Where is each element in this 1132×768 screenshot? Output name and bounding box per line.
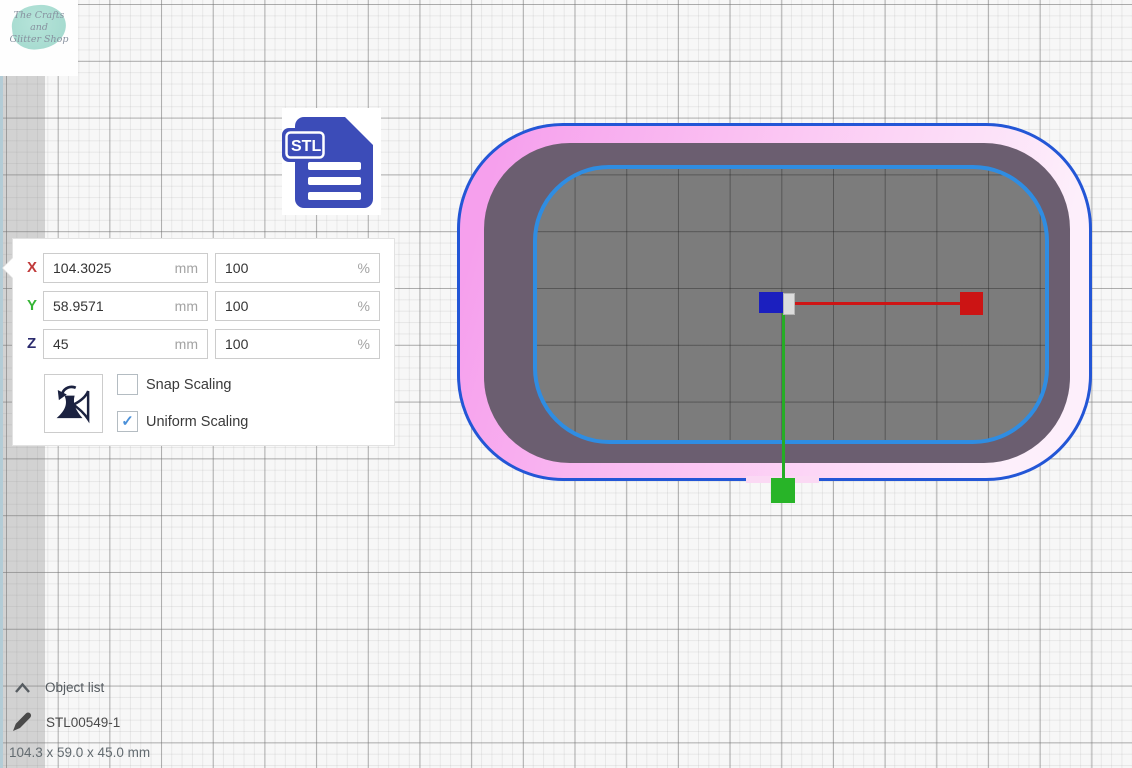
x-axis-label: X <box>27 253 41 283</box>
checkbox-check-icon: ✓ <box>121 413 134 430</box>
z-axis-handle[interactable] <box>759 292 783 313</box>
uniform-scaling-label: Uniform Scaling <box>146 414 248 430</box>
svg-text:STL: STL <box>291 138 321 155</box>
center-scale-handle[interactable] <box>783 293 795 315</box>
chevron-up-icon[interactable] <box>14 681 31 694</box>
z-size-input[interactable] <box>44 330 207 358</box>
uniform-scaling-checkbox[interactable]: ✓ <box>117 411 138 432</box>
x-axis-line <box>789 302 963 305</box>
shop-logo: The Crafts and Glitter Shop <box>0 0 78 76</box>
stl-document-icon: STL <box>282 108 381 215</box>
reset-scale-icon <box>51 381 96 426</box>
logo-text-line3: Glitter Shop <box>0 34 78 46</box>
logo-text-line2: and <box>0 22 78 34</box>
model-dimensions: 104.3 x 59.0 x 45.0 mm <box>9 745 150 760</box>
stl-file-icon: STL <box>282 108 381 215</box>
y-axis-label: Y <box>27 291 41 321</box>
edit-pencil-icon[interactable] <box>10 710 34 734</box>
logo-text-line1: The Crafts <box>0 10 78 22</box>
y-axis-line <box>782 313 785 480</box>
snap-scaling-checkbox[interactable] <box>117 374 138 395</box>
left-edge-line <box>0 0 3 768</box>
object-list-item[interactable]: STL00549-1 <box>46 715 120 730</box>
y-percent-input[interactable] <box>216 292 379 320</box>
panel-pointer-arrow <box>3 258 13 278</box>
reset-scale-button[interactable] <box>44 374 103 433</box>
x-size-input[interactable] <box>44 254 207 282</box>
scale-tool-panel: X mm % Y mm % Z mm % <box>12 238 395 446</box>
y-size-input[interactable] <box>44 292 207 320</box>
object-list-header[interactable]: Object list <box>45 680 104 695</box>
y-axis-handle[interactable] <box>771 478 795 503</box>
snap-scaling-label: Snap Scaling <box>146 377 231 393</box>
z-axis-label: Z <box>27 329 41 359</box>
z-percent-input[interactable] <box>216 330 379 358</box>
x-percent-input[interactable] <box>216 254 379 282</box>
x-axis-handle[interactable] <box>960 292 983 315</box>
